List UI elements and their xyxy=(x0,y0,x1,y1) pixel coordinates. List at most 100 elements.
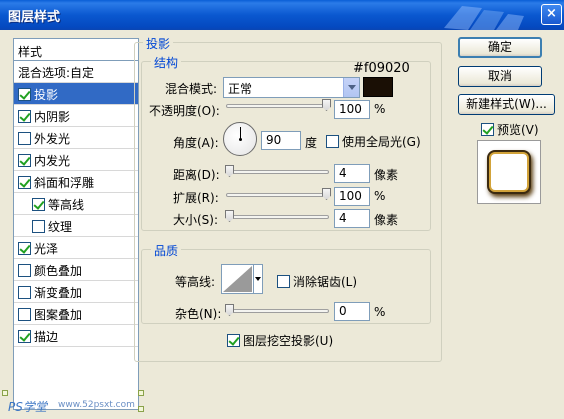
spread-slider[interactable] xyxy=(226,193,329,197)
distance-input[interactable]: 4 xyxy=(334,164,370,183)
opacity-input[interactable]: 100 xyxy=(334,100,370,119)
contour-picker[interactable] xyxy=(221,264,263,294)
style-item[interactable]: 内发光 xyxy=(14,149,138,171)
style-item[interactable]: 投影 xyxy=(14,83,138,105)
knockout-label: 图层挖空投影(U) xyxy=(243,334,334,348)
watermark-site: www.52psxt.com xyxy=(58,400,135,410)
spread-label: 扩展(R): xyxy=(173,191,219,205)
spread-unit: % xyxy=(374,189,386,203)
angle-input[interactable]: 90 xyxy=(261,131,301,150)
styles-list: 样式 混合选项:自定投影内阴影外发光内发光斜面和浮雕等高线纹理光泽颜色叠加渐变叠… xyxy=(13,38,139,410)
angle-dial[interactable] xyxy=(223,122,257,156)
spread-input[interactable]: 100 xyxy=(334,187,370,206)
style-item-checkbox[interactable] xyxy=(32,198,45,211)
cancel-button[interactable]: 取消 xyxy=(458,66,542,87)
style-item[interactable]: 斜面和浮雕 xyxy=(14,171,138,193)
watermark-corner-icon xyxy=(138,390,144,396)
ok-button[interactable]: 确定 xyxy=(458,37,542,58)
watermark-brand: PS学堂 xyxy=(8,400,47,414)
style-preview-swatch xyxy=(491,154,527,190)
style-item-checkbox[interactable] xyxy=(18,176,31,189)
opacity-slider[interactable] xyxy=(226,104,329,108)
chevron-down-icon xyxy=(343,78,359,97)
global-light-label: 使用全局光(G) xyxy=(342,135,421,149)
blend-mode-value: 正常 xyxy=(228,82,253,96)
drop-shadow-title: 投影 xyxy=(143,35,174,52)
style-item-checkbox[interactable] xyxy=(18,242,31,255)
style-item-checkbox[interactable] xyxy=(18,154,31,167)
opacity-unit: % xyxy=(374,102,386,116)
style-item[interactable]: 光泽 xyxy=(14,237,138,259)
noise-slider[interactable] xyxy=(226,309,329,313)
antialias-checkbox-box[interactable] xyxy=(277,275,290,288)
style-item[interactable]: 纹理 xyxy=(14,215,138,237)
title-bar[interactable]: 图层样式 × xyxy=(0,0,564,30)
style-item-checkbox[interactable] xyxy=(18,132,31,145)
size-input[interactable]: 4 xyxy=(334,209,370,228)
global-light-checkbox-box[interactable] xyxy=(326,135,339,148)
style-item-label: 内发光 xyxy=(34,154,71,168)
window-title: 图层样式 xyxy=(8,10,61,25)
style-preview-thumbnail xyxy=(477,140,541,204)
style-item-label: 图案叠加 xyxy=(34,308,83,322)
knockout-checkbox-box[interactable] xyxy=(227,334,240,347)
angle-dial-center xyxy=(239,138,242,141)
global-light-checkbox[interactable]: 使用全局光(G) xyxy=(326,133,421,150)
watermark-corner-icon xyxy=(138,406,144,412)
antialias-label: 消除锯齿(L) xyxy=(293,275,358,289)
style-item-label: 光泽 xyxy=(34,242,59,256)
noise-input[interactable]: 0 xyxy=(334,302,370,321)
style-item-checkbox[interactable] xyxy=(18,110,31,123)
preview-checkbox-box[interactable] xyxy=(481,123,494,136)
size-unit: 像素 xyxy=(374,213,399,227)
styles-list-header[interactable]: 样式 xyxy=(14,39,138,61)
close-button[interactable]: × xyxy=(541,4,562,25)
contour-dropdown-arrow-icon[interactable] xyxy=(253,265,262,293)
distance-slider[interactable] xyxy=(226,170,329,174)
style-item[interactable]: 内阴影 xyxy=(14,105,138,127)
quality-title: 品质 xyxy=(151,242,182,259)
style-item-label: 混合选项:自定 xyxy=(18,66,95,80)
style-item[interactable]: 等高线 xyxy=(14,193,138,215)
style-item-label: 纹理 xyxy=(48,220,73,234)
style-item-checkbox[interactable] xyxy=(18,88,31,101)
angle-label: 角度(A): xyxy=(173,136,219,150)
style-item[interactable]: 颜色叠加 xyxy=(14,259,138,281)
watermark: PS学堂 www.52psxt.com xyxy=(0,390,160,418)
style-item-checkbox[interactable] xyxy=(18,264,31,277)
style-item[interactable]: 外发光 xyxy=(14,127,138,149)
size-label: 大小(S): xyxy=(173,213,219,227)
noise-label: 杂色(N): xyxy=(175,307,222,321)
noise-unit: % xyxy=(374,305,386,319)
preview-label: 预览(V) xyxy=(497,123,539,137)
style-item[interactable]: 混合选项:自定 xyxy=(14,61,138,83)
style-item-label: 渐变叠加 xyxy=(34,286,83,300)
style-item-checkbox[interactable] xyxy=(18,330,31,343)
style-item[interactable]: 渐变叠加 xyxy=(14,281,138,303)
blend-mode-select[interactable]: 正常 xyxy=(223,77,360,98)
style-item-label: 描边 xyxy=(34,330,59,344)
knockout-checkbox[interactable]: 图层挖空投影(U) xyxy=(227,332,333,349)
watermark-corner-icon xyxy=(2,390,8,396)
style-item-label: 等高线 xyxy=(48,198,85,212)
contour-curve-icon xyxy=(223,266,252,292)
style-item-checkbox[interactable] xyxy=(18,286,31,299)
size-slider[interactable] xyxy=(226,215,329,219)
style-item[interactable]: 描边 xyxy=(14,325,138,347)
distance-unit: 像素 xyxy=(374,168,399,182)
shadow-color-swatch[interactable] xyxy=(363,77,393,97)
windows-logo-decoration xyxy=(444,6,524,30)
antialias-checkbox[interactable]: 消除锯齿(L) xyxy=(277,273,357,290)
opacity-label: 不透明度(O): xyxy=(149,104,220,118)
angle-unit: 度 xyxy=(305,136,318,150)
style-item-label: 投影 xyxy=(34,88,59,102)
blend-mode-label: 混合模式: xyxy=(165,82,218,96)
style-item-label: 外发光 xyxy=(34,132,71,146)
preview-checkbox[interactable]: 预览(V) xyxy=(481,121,539,138)
style-item[interactable]: 图案叠加 xyxy=(14,303,138,325)
style-item-checkbox[interactable] xyxy=(18,308,31,321)
color-code-annotation: #f09020 xyxy=(353,61,410,76)
new-style-button[interactable]: 新建样式(W)... xyxy=(458,94,555,115)
structure-title: 结构 xyxy=(151,54,182,71)
style-item-checkbox[interactable] xyxy=(32,220,45,233)
